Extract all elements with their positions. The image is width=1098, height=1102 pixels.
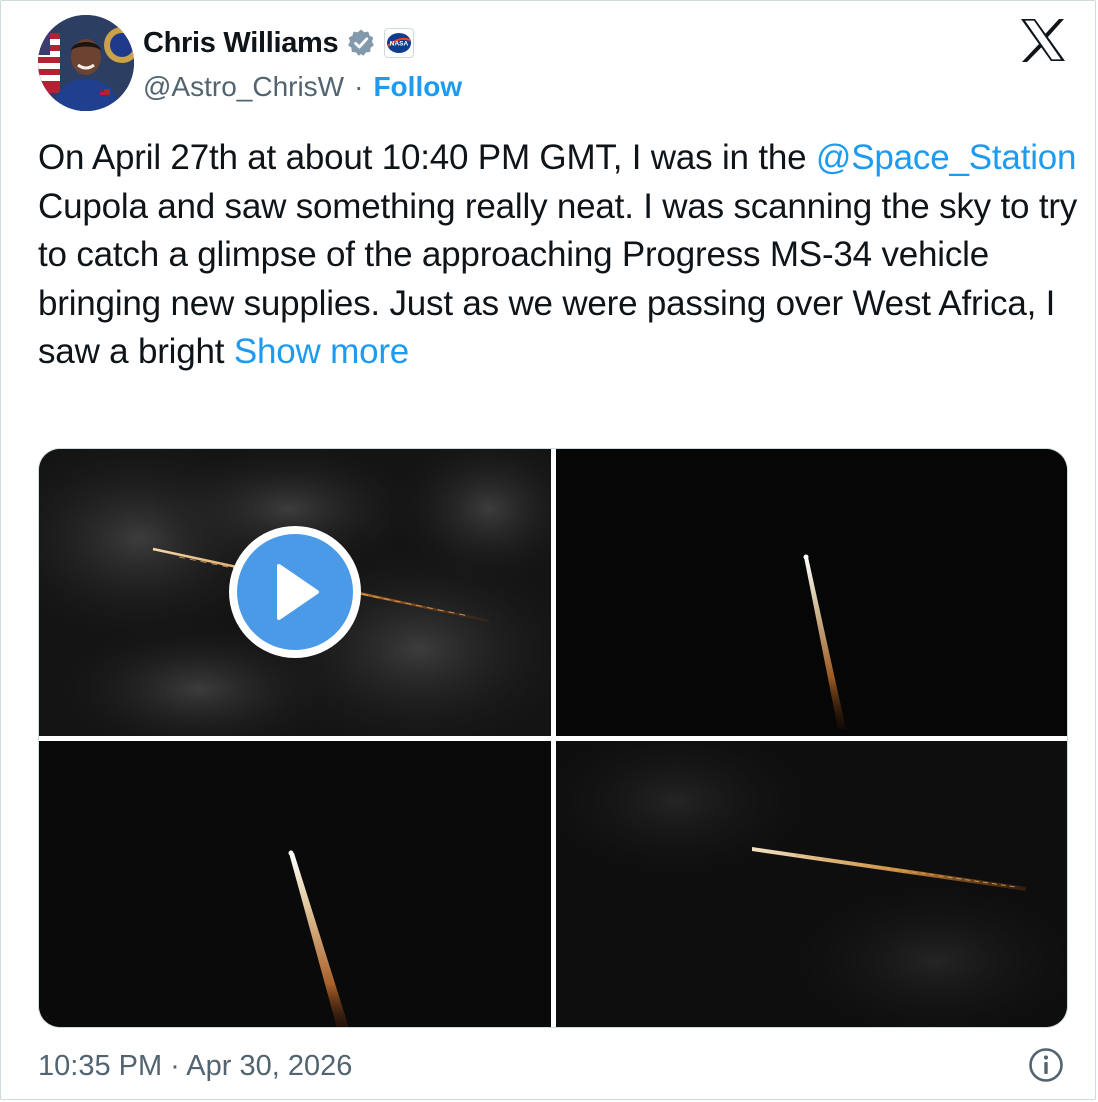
handle-separator: ·	[354, 71, 364, 102]
tweet-timestamp[interactable]: 10:35 PM · Apr 30, 2026	[38, 1044, 352, 1088]
media-photo-tile[interactable]	[556, 741, 1067, 1027]
media-photo-tile[interactable]	[39, 741, 551, 1027]
media-grid	[38, 448, 1068, 1028]
verified-badge-icon[interactable]	[346, 28, 376, 58]
x-logo-icon[interactable]	[1019, 18, 1067, 62]
reentry-photo-horizontal-streak	[556, 741, 1067, 1027]
play-button[interactable]	[229, 526, 361, 658]
info-icon[interactable]	[1028, 1047, 1064, 1083]
play-button-circle	[237, 534, 353, 650]
tweet-card: Chris Williams NASA @Astro_ChrisW · Foll…	[0, 0, 1096, 1100]
nasa-meatball-icon: NASA	[387, 33, 412, 53]
reentry-photo-diagonal-streak	[39, 741, 551, 1027]
author-name-row: Chris Williams NASA	[143, 23, 415, 63]
follow-button[interactable]: Follow	[373, 71, 462, 103]
tweet-text: On April 27th at about 10:40 PM GMT, I w…	[38, 134, 1078, 377]
avatar[interactable]	[38, 15, 134, 111]
tweet-text-part-2: Cupola and saw something really neat. I …	[38, 186, 1078, 372]
author-handle[interactable]: @Astro_ChrisW	[143, 71, 344, 103]
nasa-badge-text: NASA	[390, 41, 409, 48]
reentry-photo-vertical-streak	[556, 449, 1067, 736]
media-photo-tile[interactable]	[556, 449, 1067, 736]
play-icon	[277, 564, 319, 620]
author-display-name[interactable]: Chris Williams	[143, 27, 339, 60]
avatar-photo	[38, 15, 134, 111]
nasa-logo-icon[interactable]: NASA	[384, 28, 415, 58]
space-station-mention-link[interactable]: @Space_Station	[816, 138, 1077, 177]
author-handle-row: @Astro_ChrisW · Follow	[143, 67, 462, 107]
media-video-tile[interactable]	[39, 449, 551, 736]
tweet-text-part-1: On April 27th at about 10:40 PM GMT, I w…	[38, 138, 816, 177]
show-more-link[interactable]: Show more	[234, 332, 409, 371]
